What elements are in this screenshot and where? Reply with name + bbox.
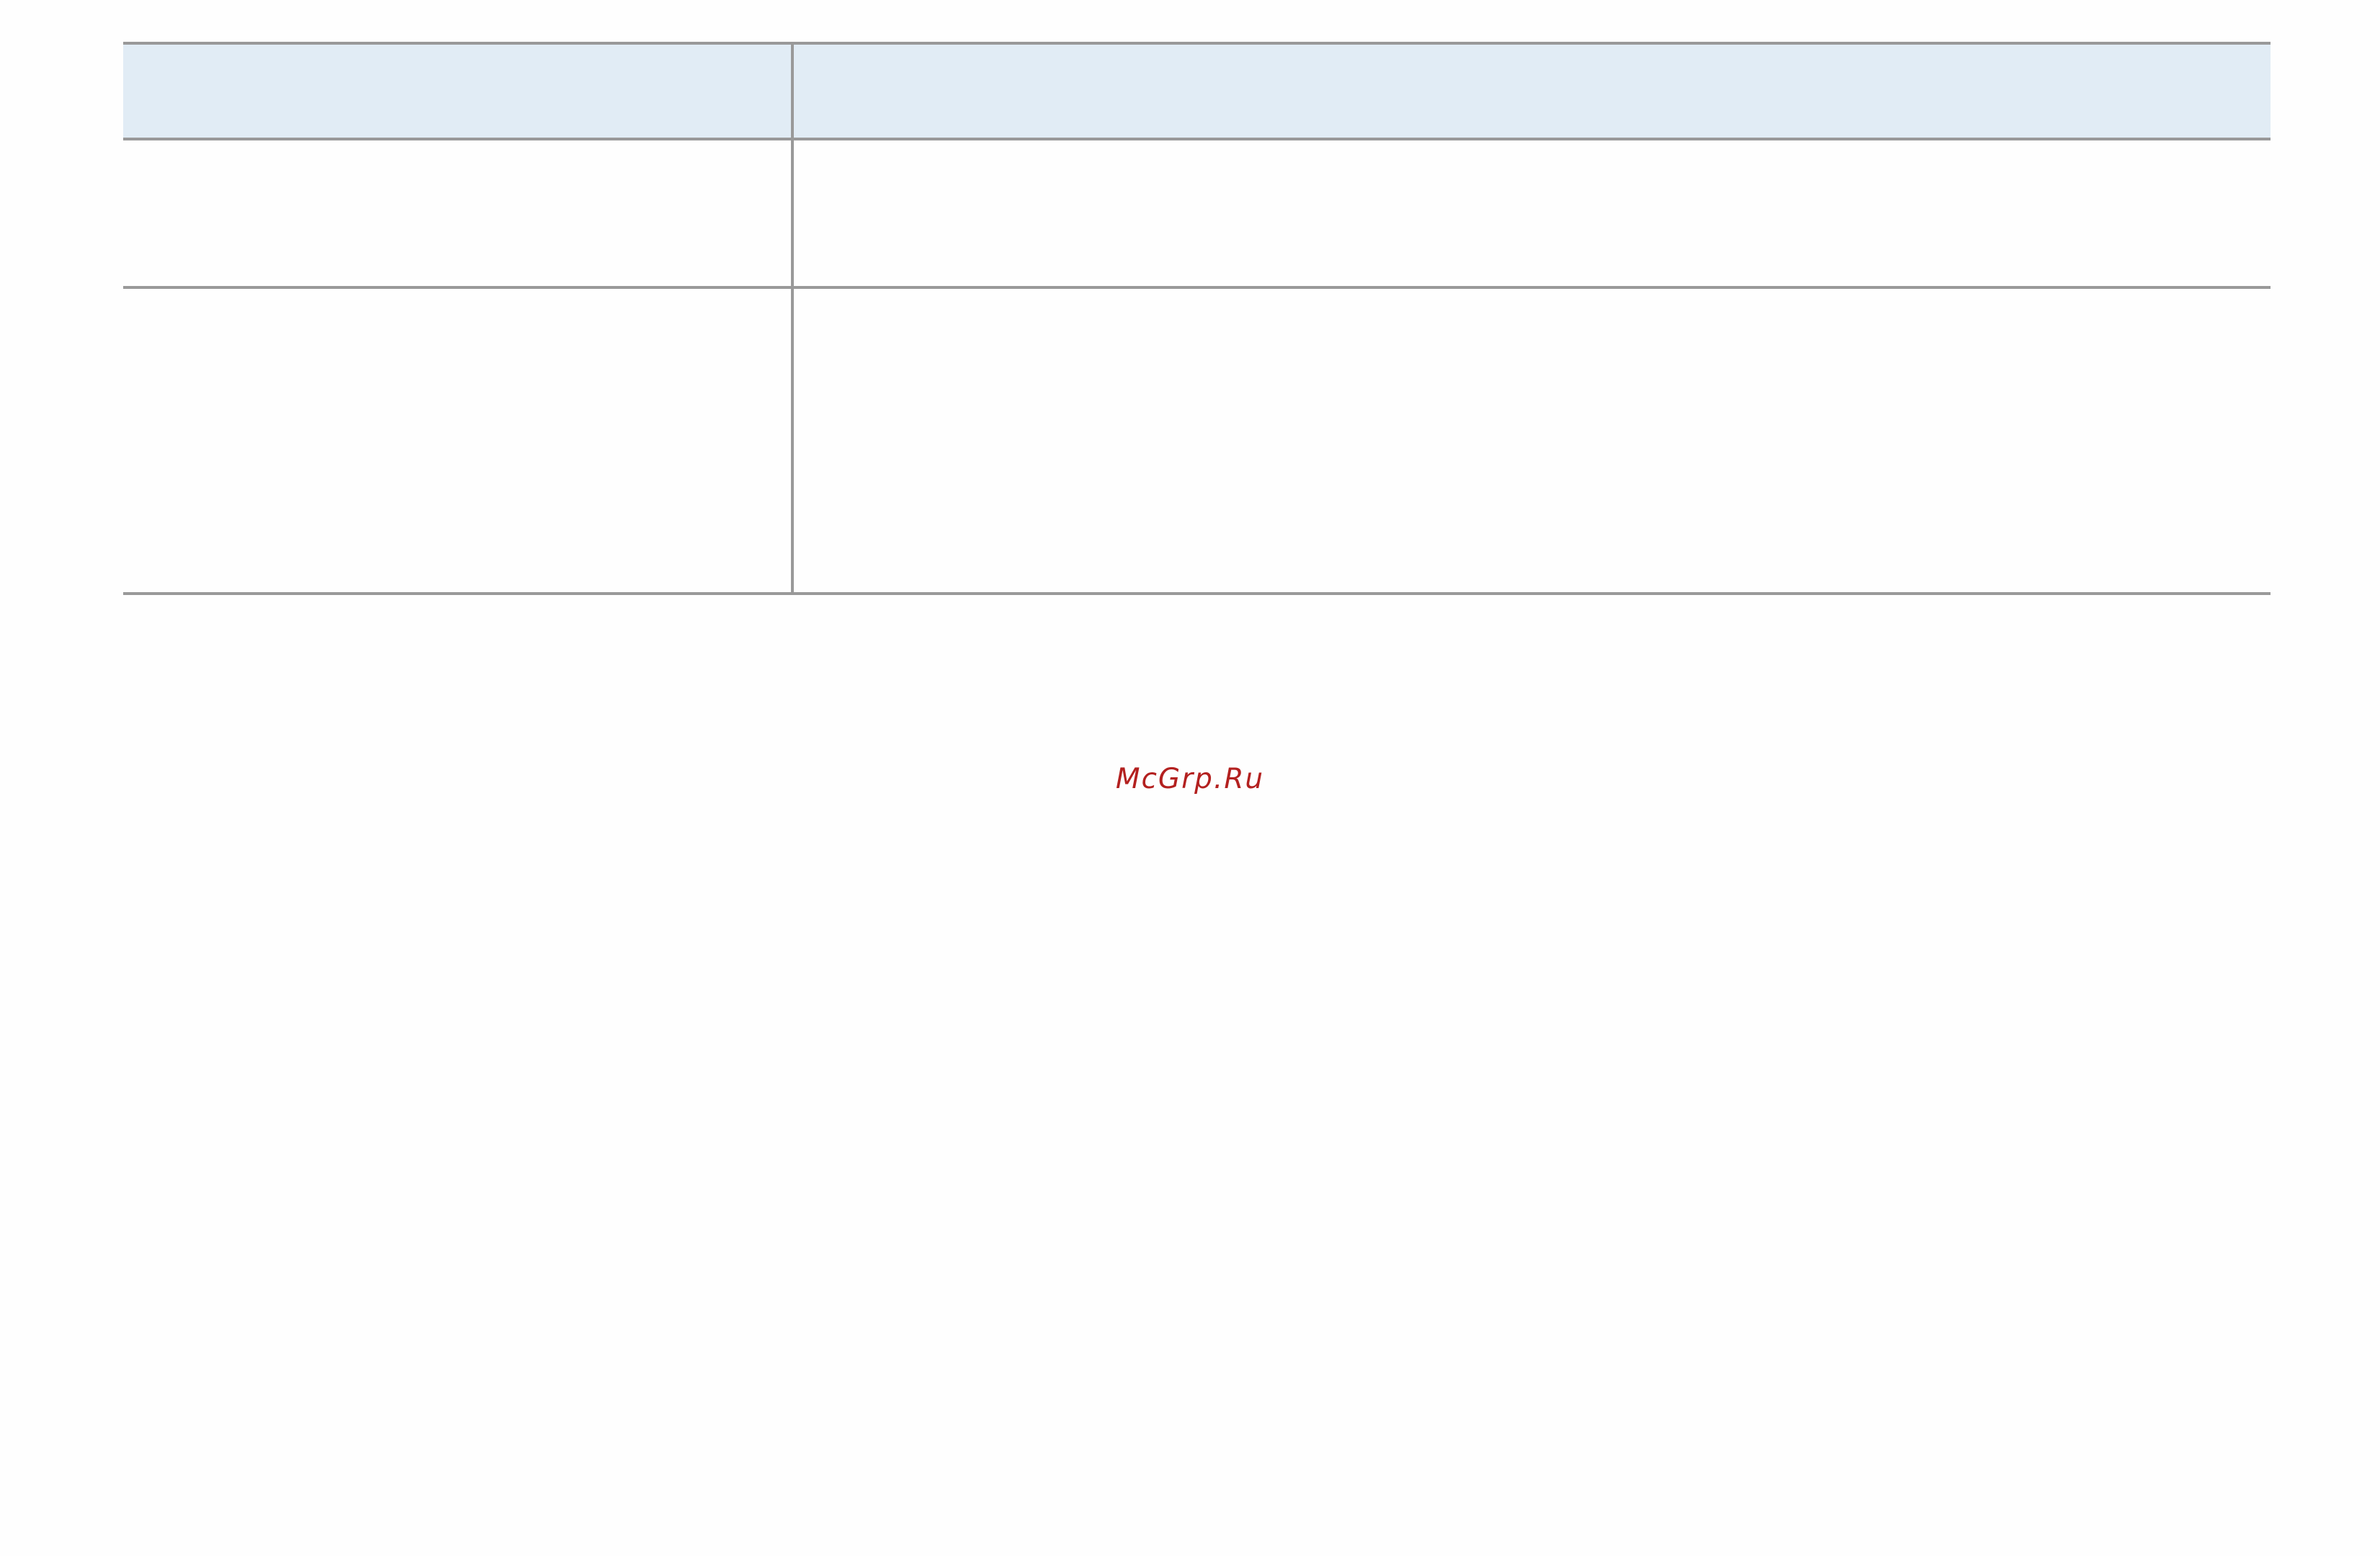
table-row bbox=[123, 138, 2271, 289]
table-cell bbox=[123, 286, 794, 595]
data-table bbox=[123, 42, 2271, 595]
table-cell bbox=[123, 138, 794, 289]
table-row bbox=[123, 286, 2271, 595]
table-cell bbox=[792, 286, 2271, 595]
table-cell bbox=[792, 138, 2271, 289]
table-header-row bbox=[123, 42, 2271, 140]
document-page: McGrp.Ru bbox=[0, 0, 2380, 1556]
header-cell-2 bbox=[792, 42, 2271, 140]
header-cell-1 bbox=[123, 42, 794, 140]
watermark-text: McGrp.Ru bbox=[1115, 763, 1265, 795]
